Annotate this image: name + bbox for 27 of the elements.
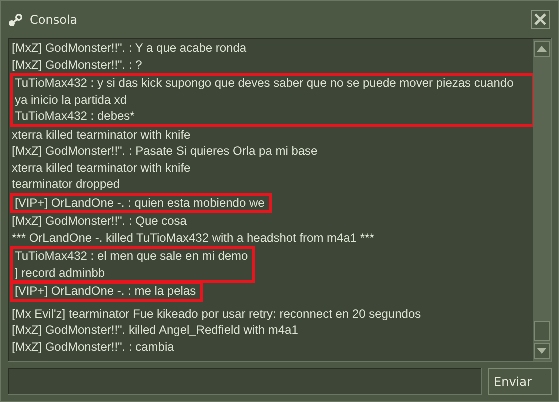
log-line: [MxZ] GodMonster!!". : ? — [12, 56, 144, 73]
log-line: [MxZ] GodMonster!!". : Y a que acabe ronda — [12, 40, 248, 56]
log-line: ] record adminbb — [15, 264, 106, 281]
scroll-up-icon[interactable] — [534, 41, 550, 57]
log-line: [VIP+] OrLandOne -. : me la pelas — [15, 283, 198, 300]
log-line: [Mx Evil'z] tearminator Fue kikeado por usar retry: reconnect en 20 segundos — [12, 306, 422, 322]
log-line: [VIP+] OrLandOne -. : quien esta mobiendo we — [15, 194, 266, 211]
scroll-thumb[interactable] — [534, 321, 550, 341]
close-icon — [534, 13, 547, 26]
command-input[interactable] — [8, 368, 482, 395]
log-line: *** OrLandOne -. killed TuTioMax432 with a headshot from m4a1 *** — [12, 230, 376, 246]
log-line: TuTioMax432 : el men que sale en mi demo — [15, 248, 250, 264]
log-line: [MxZ] GodMonster!!". killed Angel_Redfield with m4a1 — [12, 322, 300, 338]
log-line: xterra killed tearminator with knife — [12, 126, 192, 143]
scrollbar[interactable] — [533, 39, 551, 361]
close-button[interactable] — [531, 10, 550, 29]
send-button[interactable]: Enviar — [488, 368, 552, 395]
log-line: [MxZ] GodMonster!!". : Pasate Si quieres Orla pa mi base — [12, 143, 319, 160]
steam-icon — [8, 12, 24, 26]
log-line: TuTioMax432 : y si das kick supongo que deves saber que no se puede mover piezas cuando ya inicio la partida xd — [15, 75, 515, 108]
window-title: Consola — [30, 12, 78, 26]
log-line: xterra killed tearminator with knife — [12, 160, 192, 176]
log-line: [MxZ] GodMonster!!". : cambia — [12, 338, 176, 355]
log-line: TuTioMax432 : debes* — [15, 108, 136, 124]
log-line: [MxZ] GodMonster!!". : Que cosa — [12, 213, 188, 230]
scroll-down-icon[interactable] — [534, 343, 550, 359]
log-line: tearminator dropped — [12, 176, 122, 192]
